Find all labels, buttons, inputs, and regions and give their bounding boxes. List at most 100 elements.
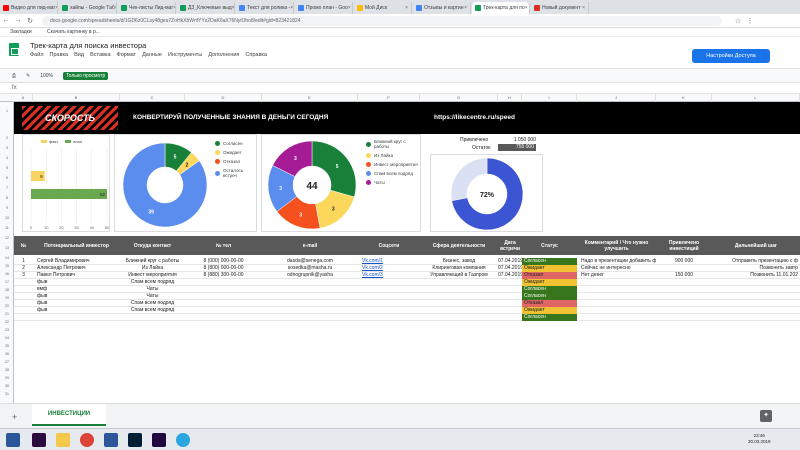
- row-header[interactable]: 14: [0, 256, 14, 260]
- column-header[interactable]: E: [262, 94, 358, 102]
- row-header[interactable]: 26: [0, 352, 14, 356]
- row-header[interactable]: 30: [0, 384, 14, 388]
- browser-tab[interactable]: Трек-карта для по ×: [472, 2, 530, 14]
- column-header[interactable]: B: [33, 94, 120, 102]
- word-icon[interactable]: [104, 433, 118, 447]
- row-header[interactable]: 4: [0, 156, 14, 160]
- bookmark-item[interactable]: Скачать картинку в р...: [47, 29, 100, 35]
- menu-item[interactable]: Инструменты: [168, 52, 202, 58]
- bar-chart-box[interactable]: 0 10 20 30 40 50 факт 9 план 52: [22, 134, 110, 232]
- menu-item[interactable]: Правка: [50, 52, 69, 58]
- row-header[interactable]: 23: [0, 328, 14, 332]
- row-header[interactable]: 12: [0, 236, 14, 240]
- url-field[interactable]: docs.google.com/spreadsheets/d/1GD6z0CLs…: [42, 15, 722, 26]
- cell-status[interactable]: Согласен: [522, 293, 577, 300]
- browser-tab[interactable]: Видео для лид-маг ×: [0, 2, 58, 14]
- menu-item[interactable]: Дополнения: [208, 52, 239, 58]
- close-tab-icon[interactable]: ×: [232, 5, 234, 11]
- explorer-icon[interactable]: [56, 433, 70, 447]
- browser-tab[interactable]: Текст для ролика - ×: [236, 2, 294, 14]
- telegram-icon[interactable]: [176, 433, 190, 447]
- add-sheet-icon[interactable]: +: [12, 412, 17, 422]
- row-header[interactable]: 15: [0, 264, 14, 268]
- column-header[interactable]: L: [712, 94, 800, 102]
- zoom-select[interactable]: 100%: [40, 73, 53, 79]
- column-header[interactable]: C: [120, 94, 185, 102]
- premiere-icon[interactable]: [32, 433, 46, 447]
- row-header[interactable]: 8: [0, 196, 14, 200]
- reload-icon[interactable]: ↻: [24, 17, 36, 25]
- close-tab-icon[interactable]: ×: [405, 5, 408, 11]
- clock[interactable]: 23:46 30.03.2019: [748, 433, 771, 445]
- column-header[interactable]: A: [14, 94, 33, 102]
- row-header[interactable]: 19: [0, 296, 14, 300]
- row-header[interactable]: 16: [0, 272, 14, 276]
- close-tab-icon[interactable]: ×: [582, 5, 585, 11]
- cell-status[interactable]: Ожидает: [522, 307, 577, 314]
- row-header[interactable]: 27: [0, 360, 14, 364]
- row-header[interactable]: 9: [0, 206, 14, 210]
- aftereffects-icon[interactable]: [152, 433, 166, 447]
- row-header[interactable]: 17: [0, 280, 14, 284]
- cell-status[interactable]: Согласен: [522, 286, 577, 293]
- menu-item[interactable]: Данные: [142, 52, 162, 58]
- start-icon[interactable]: [6, 433, 20, 447]
- sheet-tab-investments[interactable]: ИНВЕСТИЦИИ: [32, 404, 106, 426]
- close-tab-icon[interactable]: ×: [464, 5, 467, 11]
- browser-tab[interactable]: ДЗ_Ключевые выд ×: [177, 2, 235, 14]
- column-header[interactable]: H: [498, 94, 522, 102]
- browser-tab[interactable]: хайпы - Google Таб×: [59, 2, 117, 14]
- cell-status[interactable]: Ожидает: [522, 265, 577, 272]
- close-tab-icon[interactable]: ×: [173, 5, 175, 11]
- bookmark-item[interactable]: Закладки: [10, 29, 32, 35]
- row-header[interactable]: 11: [0, 226, 14, 230]
- status-chart-box[interactable]: 5 2 39 Согласен Ожидает Отказал Осталось встр…: [114, 134, 257, 232]
- browser-tab[interactable]: Мой Диск ×: [354, 2, 412, 14]
- close-tab-icon[interactable]: ×: [115, 5, 116, 11]
- menu-item[interactable]: Вид: [74, 52, 84, 58]
- row-header[interactable]: 24: [0, 336, 14, 340]
- row-header[interactable]: 29: [0, 376, 14, 380]
- close-tab-icon[interactable]: ×: [348, 5, 351, 11]
- row-header[interactable]: 25: [0, 344, 14, 348]
- view-only-badge[interactable]: Только просмотр: [63, 71, 109, 80]
- row-header[interactable]: 13: [0, 246, 14, 250]
- formula-bar[interactable]: fx: [0, 83, 800, 94]
- print-icon[interactable]: ⎙: [12, 73, 16, 79]
- row-header[interactable]: 1: [0, 109, 14, 113]
- cell-status[interactable]: Отказал: [522, 272, 577, 279]
- menu-item[interactable]: Вставка: [90, 52, 110, 58]
- cell-status[interactable]: Ожидает: [522, 279, 577, 286]
- menu-item[interactable]: Справка: [245, 52, 267, 58]
- banner-url[interactable]: https://likecentre.ru/speed: [434, 114, 515, 121]
- column-header[interactable]: J: [577, 94, 656, 102]
- source-chart-box[interactable]: 5 3 3 3 3 44 Ближний круг с работы Из Лайка Инв…: [261, 134, 421, 232]
- row-header[interactable]: 18: [0, 288, 14, 292]
- browser-tab[interactable]: Новый документ ×: [531, 2, 589, 14]
- doc-title[interactable]: Трек-карта для поиска инвестора: [30, 41, 146, 50]
- column-header[interactable]: D: [185, 94, 262, 102]
- progress-chart-box[interactable]: 72%: [430, 154, 543, 232]
- cell-social[interactable]: Vk.com/2: [358, 265, 420, 272]
- row-header[interactable]: 21: [0, 312, 14, 316]
- browser-tab[interactable]: Отзывы и картин ×: [413, 2, 471, 14]
- row-header[interactable]: 2: [0, 136, 14, 140]
- cell-status[interactable]: Согласен: [522, 258, 577, 265]
- row-header[interactable]: 31: [0, 392, 14, 396]
- close-tab-icon[interactable]: ×: [525, 5, 528, 11]
- browser-tab[interactable]: Чек-листы Лид-маг ×: [118, 2, 176, 14]
- share-button[interactable]: Настройки Доступа: [692, 49, 770, 63]
- back-icon[interactable]: ←: [0, 17, 12, 24]
- sheets-logo-icon[interactable]: [9, 43, 19, 56]
- paint-format-icon[interactable]: ✎: [26, 73, 30, 79]
- row-header[interactable]: 10: [0, 216, 14, 220]
- close-tab-icon[interactable]: ×: [55, 5, 57, 11]
- menu-item[interactable]: Формат: [117, 52, 137, 58]
- row-header[interactable]: 6: [0, 176, 14, 180]
- menu-icon[interactable]: ⋮: [744, 17, 756, 25]
- cell-status[interactable]: Отказал: [522, 300, 577, 307]
- column-header[interactable]: K: [656, 94, 712, 102]
- row-header[interactable]: 28: [0, 368, 14, 372]
- row-header[interactable]: 20: [0, 304, 14, 308]
- row-header[interactable]: 5: [0, 166, 14, 170]
